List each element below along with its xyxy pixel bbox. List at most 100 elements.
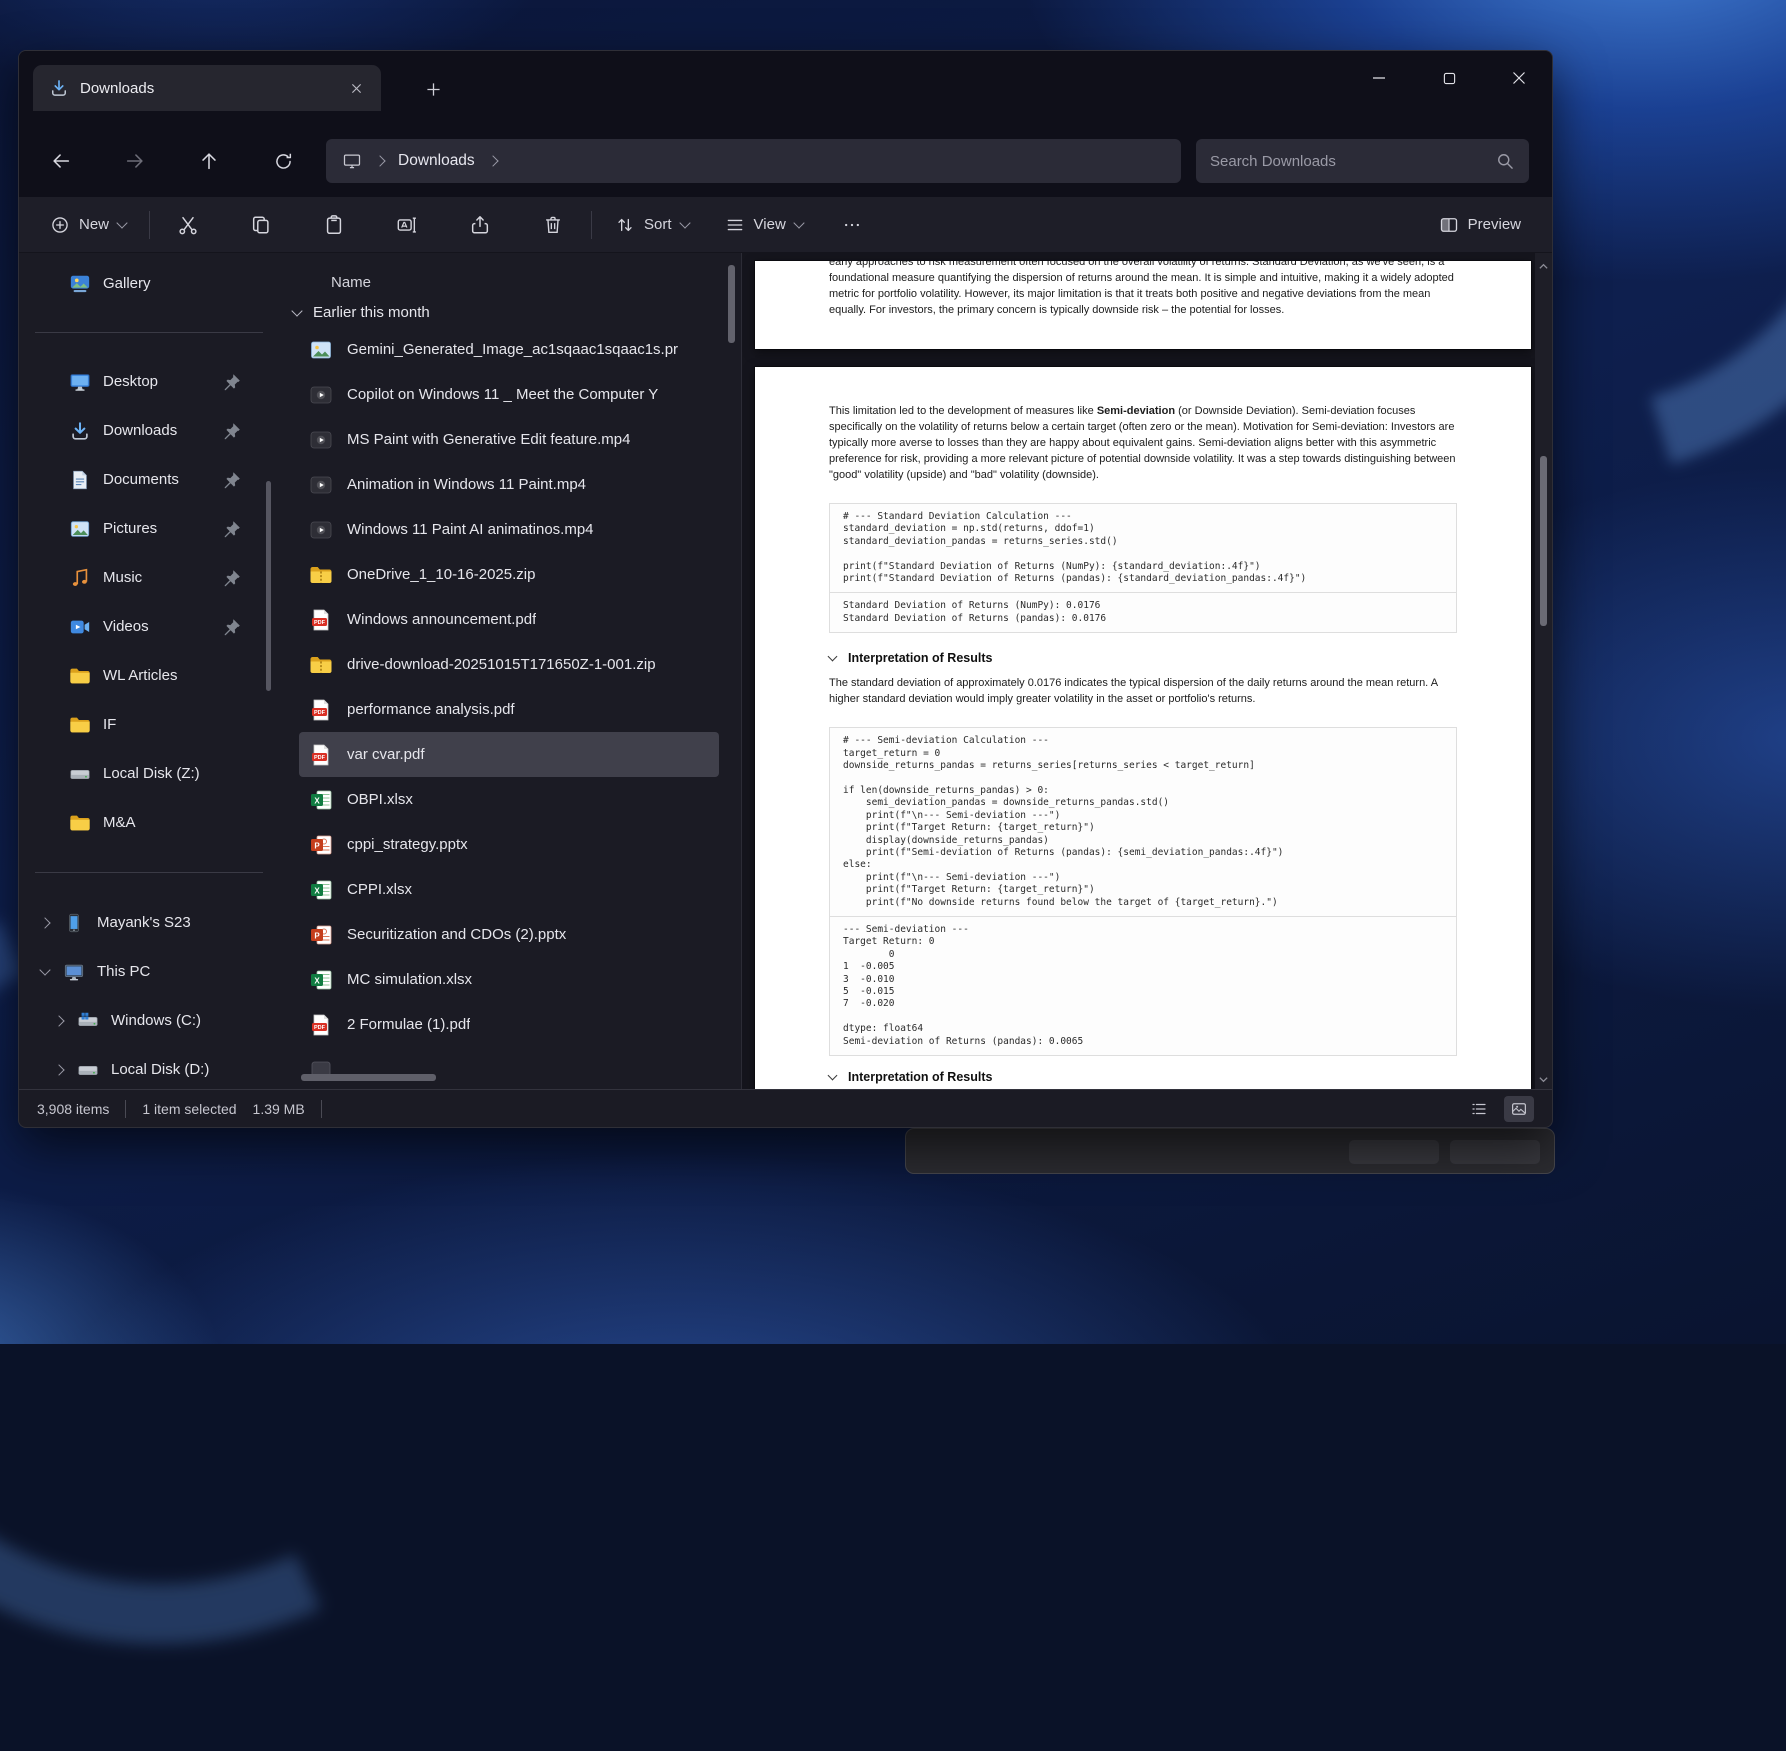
view-button[interactable]: View — [714, 207, 814, 243]
chevron-right-icon[interactable] — [374, 155, 385, 166]
details-view-button[interactable] — [1464, 1096, 1494, 1122]
preview-button-label: Preview — [1468, 216, 1521, 233]
back-button[interactable] — [41, 141, 81, 181]
svg-text:P: P — [314, 841, 320, 850]
preview-toggle-button[interactable]: Preview — [1428, 207, 1532, 243]
view-button-label: View — [754, 216, 786, 233]
address-bar[interactable]: Downloads — [326, 139, 1181, 183]
file-row[interactable]: PDF2 Formulae (1).pdf — [299, 1002, 719, 1047]
cut-button[interactable] — [166, 205, 210, 245]
paste-button[interactable] — [312, 205, 356, 245]
folder-icon — [69, 665, 91, 687]
sidebar-item-downloads[interactable]: Downloads — [23, 406, 275, 455]
sidebar-item-label: Desktop — [103, 373, 158, 390]
scroll-up-icon[interactable] — [1538, 259, 1549, 270]
plus-circle-icon — [50, 215, 70, 235]
sidebar-item-mayank-s-s23[interactable]: Mayank's S23 — [23, 898, 275, 947]
sidebar-item-label: Downloads — [103, 422, 177, 439]
sidebar-item-this-pc[interactable]: This PC — [23, 947, 275, 996]
sidebar-item-windows-c[interactable]: Windows (C:) — [23, 996, 275, 1045]
forward-button[interactable] — [115, 141, 155, 181]
share-button[interactable] — [458, 205, 502, 245]
chevron-down-icon — [679, 217, 690, 228]
scroll-down-icon[interactable] — [1538, 1072, 1549, 1083]
group-header-earlier-this-month[interactable]: Earlier this month — [279, 297, 741, 327]
file-row[interactable]: Gemini_Generated_Image_ac1sqaac1sqaac1s.… — [299, 327, 719, 372]
sidebar-item-music[interactable]: Music — [23, 553, 275, 602]
copy-icon — [250, 214, 272, 236]
search-input[interactable] — [1210, 153, 1495, 170]
large-thumbnails-view-button[interactable] — [1504, 1096, 1534, 1122]
forward-arrow-icon — [124, 150, 146, 172]
sidebar-item-documents[interactable]: Documents — [23, 455, 275, 504]
chevron-right-icon[interactable] — [53, 1064, 64, 1075]
file-row[interactable]: OneDrive_1_10-16-2025.zip — [299, 552, 719, 597]
preview-scrollbar[interactable] — [1535, 253, 1552, 1089]
file-row-selected[interactable]: PDF var cvar.pdf — [299, 732, 719, 777]
file-row[interactable]: Windows 11 Paint AI animatinos.mp4 — [299, 507, 719, 552]
sidebar-item-local-disk-d[interactable]: Local Disk (D:) — [23, 1045, 275, 1089]
file-list-horizontal-scrollbar[interactable] — [301, 1074, 436, 1081]
zip-icon — [309, 563, 333, 587]
up-button[interactable] — [189, 141, 229, 181]
chevron-down-icon[interactable] — [39, 964, 50, 975]
pin-icon — [221, 567, 243, 589]
file-name: Securitization and CDOs (2).pptx — [347, 926, 566, 943]
file-row[interactable]: XMC simulation.xlsx — [299, 957, 719, 1002]
search-box[interactable] — [1196, 139, 1529, 183]
sidebar-item-wl-articles[interactable]: WL Articles — [23, 651, 275, 700]
rename-button[interactable] — [385, 205, 429, 245]
copy-button[interactable] — [239, 205, 283, 245]
maximize-button[interactable] — [1426, 59, 1472, 97]
pdf-intro-paragraph: This limitation led to the development o… — [829, 403, 1457, 483]
tab-close-icon[interactable] — [343, 75, 369, 101]
file-row[interactable]: XCPPI.xlsx — [299, 867, 719, 912]
file-row[interactable]: PDFperformance analysis.pdf — [299, 687, 719, 732]
minimize-button[interactable] — [1356, 59, 1402, 97]
close-button[interactable] — [1496, 59, 1542, 97]
search-icon[interactable] — [1495, 151, 1515, 171]
sidebar-scrollbar[interactable] — [266, 481, 271, 691]
file-name: cppi_strategy.pptx — [347, 836, 468, 853]
excel-icon: X — [309, 878, 333, 902]
file-row[interactable]: Copilot on Windows 11 _ Meet the Compute… — [299, 372, 719, 417]
chevron-right-icon[interactable] — [487, 155, 498, 166]
file-list-vertical-scrollbar[interactable] — [728, 265, 735, 343]
background-window — [905, 1128, 1555, 1174]
sort-button[interactable]: Sort — [604, 207, 700, 243]
new-tab-button[interactable] — [413, 73, 453, 105]
file-row[interactable] — [299, 1047, 719, 1089]
column-header-name[interactable]: Name — [279, 267, 741, 297]
sidebar-item-pictures[interactable]: Pictures — [23, 504, 275, 553]
breadcrumb-downloads[interactable]: Downloads — [398, 152, 475, 170]
tab-downloads[interactable]: Downloads — [33, 65, 381, 111]
file-row[interactable]: XOBPI.xlsx — [299, 777, 719, 822]
sidebar-item-videos[interactable]: Videos — [23, 602, 275, 651]
file-row[interactable]: Pcppi_strategy.pptx — [299, 822, 719, 867]
new-button[interactable]: New — [39, 207, 137, 243]
chevron-right-icon[interactable] — [39, 917, 50, 928]
file-row[interactable]: drive-download-20251015T171650Z-1-001.zi… — [299, 642, 719, 687]
chevron-right-icon[interactable] — [53, 1015, 64, 1026]
pin-icon — [221, 371, 243, 393]
file-row[interactable]: PSecuritization and CDOs (2).pptx — [299, 912, 719, 957]
file-name: var cvar.pdf — [347, 746, 425, 763]
image-icon — [309, 338, 333, 362]
new-button-label: New — [79, 216, 109, 233]
file-row[interactable]: MS Paint with Generative Edit feature.mp… — [299, 417, 719, 462]
refresh-button[interactable] — [263, 141, 303, 181]
sidebar-item-label: WL Articles — [103, 667, 177, 684]
file-row[interactable]: Animation in Windows 11 Paint.mp4 — [299, 462, 719, 507]
sidebar-divider — [35, 332, 263, 333]
sidebar-item-desktop[interactable]: Desktop — [23, 357, 275, 406]
scrollbar-thumb[interactable] — [1540, 456, 1547, 626]
sidebar-item-gallery[interactable]: Gallery — [23, 259, 275, 308]
sidebar-item-if[interactable]: IF — [23, 700, 275, 749]
svg-text:PDF: PDF — [314, 755, 326, 761]
sidebar-item-m-a[interactable]: M&A — [23, 798, 275, 847]
navigation-bar: Downloads — [19, 125, 1552, 197]
delete-button[interactable] — [531, 205, 575, 245]
see-more-button[interactable] — [830, 205, 874, 245]
sidebar-item-local-disk-z[interactable]: Local Disk (Z:) — [23, 749, 275, 798]
file-row[interactable]: PDFWindows announcement.pdf — [299, 597, 719, 642]
